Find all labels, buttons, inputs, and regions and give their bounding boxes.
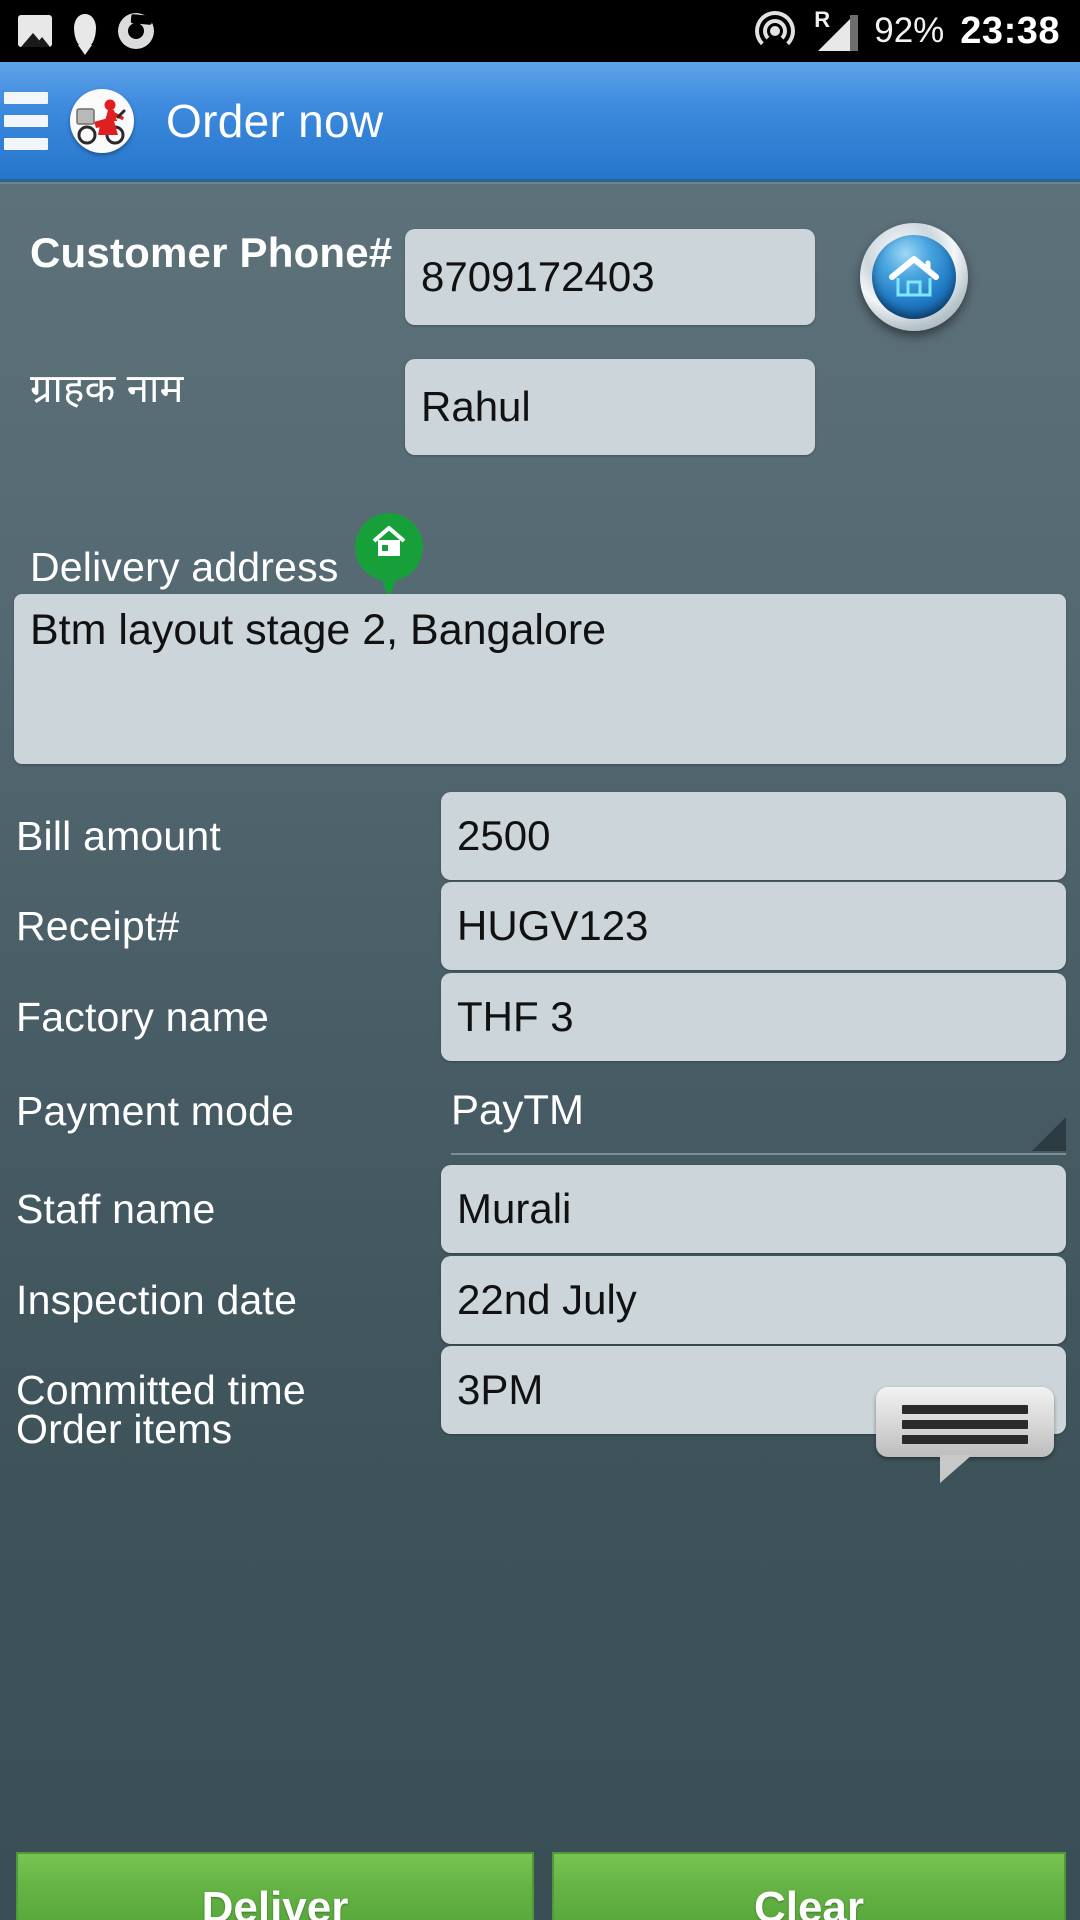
page-title: Order now	[166, 94, 384, 147]
customer-name-input[interactable]: Rahul	[405, 359, 815, 455]
customer-phone-input[interactable]: 8709172403	[405, 229, 815, 325]
inspection-date-input[interactable]: 22nd July	[441, 1256, 1066, 1344]
payment-mode-label: Payment mode	[16, 1087, 295, 1134]
app-bar: Order now	[0, 62, 1080, 182]
order-items-label: Order items	[16, 1405, 233, 1452]
staff-name-input[interactable]: Murali	[441, 1165, 1066, 1253]
gallery-icon	[18, 15, 52, 47]
battery-percentage: 92%	[874, 11, 945, 50]
map-pin-home-icon[interactable]	[354, 513, 423, 599]
status-bar-right-icons: R 92% 23:38	[754, 7, 1060, 53]
status-bar-left-icons	[18, 13, 154, 49]
customer-name-label: ग्राहक नाम	[30, 367, 184, 411]
factory-name-row: Factory name THF 3	[16, 970, 1066, 1064]
receipt-number-input[interactable]: HUGV123	[441, 882, 1066, 970]
inspection-date-label: Inspection date	[16, 1276, 298, 1323]
signal-bars-icon: R	[812, 7, 859, 51]
delivery-address-label: Delivery address	[30, 543, 339, 590]
deliver-button[interactable]: Deliver	[16, 1852, 534, 1920]
delivery-address-input[interactable]: Btm layout stage 2, Bangalore	[14, 594, 1066, 764]
order-form: Customer Phone# 8709172403 ग्राहक नाम Ra…	[0, 182, 1080, 1920]
customer-phone-label: Customer Phone#	[30, 229, 393, 276]
location-pin-icon	[74, 14, 96, 48]
receipt-number-row: Receipt# HUGV123	[16, 879, 1066, 973]
bill-amount-row: Bill amount 2500	[16, 789, 1066, 883]
customer-phone-row: Customer Phone# 8709172403	[30, 223, 1050, 331]
payment-mode-select[interactable]: PayTM	[451, 1067, 1066, 1155]
home-lookup-button[interactable]	[860, 223, 968, 331]
hotspot-icon	[754, 11, 796, 51]
chevron-down-icon	[1032, 1117, 1066, 1151]
home-icon	[872, 235, 956, 319]
delivery-scooter-logo	[70, 88, 134, 153]
clear-button-label: Clear	[753, 1883, 865, 1920]
hamburger-menu-icon[interactable]	[4, 91, 48, 150]
chrome-icon	[118, 13, 154, 49]
factory-name-input[interactable]: THF 3	[441, 973, 1066, 1061]
clock: 23:38	[960, 9, 1060, 52]
order-items-row: Order items	[16, 1379, 1066, 1483]
receipt-number-label: Receipt#	[16, 902, 180, 949]
action-button-bar: Deliver Clear	[0, 1850, 1080, 1920]
deliver-button-label: Deliver	[201, 1883, 349, 1920]
payment-mode-row: Payment mode PayTM	[16, 1064, 1066, 1158]
clear-button[interactable]: Clear	[552, 1852, 1066, 1920]
factory-name-label: Factory name	[16, 993, 270, 1040]
message-list-icon[interactable]	[876, 1387, 1054, 1483]
bill-amount-input[interactable]: 2500	[441, 792, 1066, 880]
bill-amount-label: Bill amount	[16, 812, 222, 859]
staff-name-label: Staff name	[16, 1185, 216, 1232]
status-bar: R 92% 23:38	[0, 0, 1080, 62]
staff-name-row: Staff name Murali	[16, 1162, 1066, 1256]
inspection-date-row: Inspection date 22nd July	[16, 1253, 1066, 1347]
customer-name-row: ग्राहक नाम Rahul	[30, 359, 1050, 455]
payment-mode-value: PayTM	[451, 1086, 585, 1133]
